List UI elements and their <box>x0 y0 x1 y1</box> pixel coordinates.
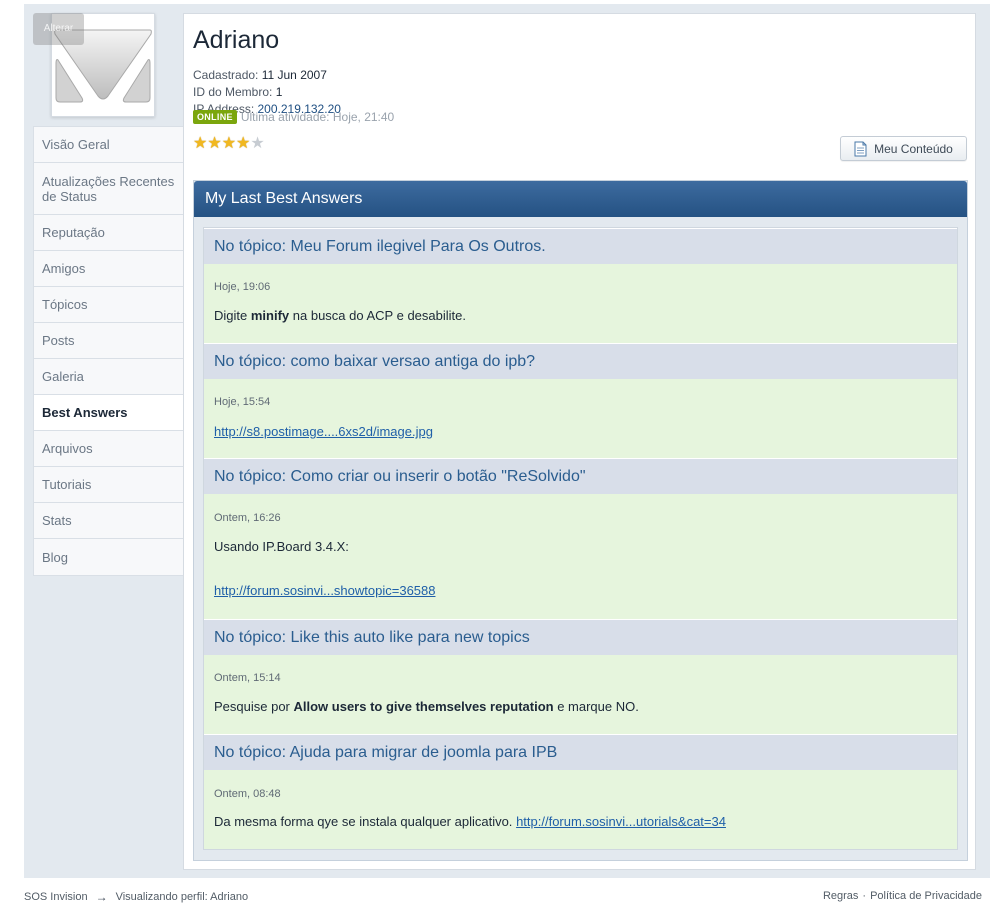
star-filled-icon[interactable]: ★ <box>193 136 207 152</box>
member-id-label: ID do Membro: <box>193 85 273 99</box>
answer-link-row: http://forum.sosinvi...showtopic=36588 <box>214 554 947 598</box>
footer-separator: · <box>862 890 867 902</box>
answer-date: Ontem, 15:14 <box>214 672 281 684</box>
tab-friends[interactable]: Amigos <box>34 251 184 287</box>
answer-topic-link[interactable]: No tópico: Ajuda para migrar de joomla p… <box>204 734 957 770</box>
member-id-value: 1 <box>275 85 283 99</box>
best-answers-block: My Last Best Answers No tópico: Meu Foru… <box>193 180 968 861</box>
answer-topic-link[interactable]: No tópico: Como criar ou inserir o botão… <box>204 458 957 494</box>
tab-best-answers[interactable]: Best Answers <box>34 395 185 431</box>
tab-reputation[interactable]: Reputação <box>34 215 184 251</box>
answer-text: Digite minify na busca do ACP e desabili… <box>214 308 466 323</box>
best-answers-title: My Last Best Answers <box>194 181 967 217</box>
profile-main: Adriano Cadastrado: 11 Jun 2007 ID do Me… <box>183 13 976 870</box>
answer-text: Usando IP.Board 3.4.X: <box>214 539 349 554</box>
breadcrumb-current: Visualizando perfil: Adriano <box>115 891 249 903</box>
tab-posts[interactable]: Posts <box>34 323 184 359</box>
registered-label: Cadastrado: <box>193 68 259 82</box>
tab-status-updates[interactable]: Atualizações Recentes de Status <box>34 163 184 215</box>
member-rating[interactable]: ★ ★ ★ ★ ★ <box>193 136 265 152</box>
online-status-row: ONLINE Última atividade: Hoje, 21:40 <box>193 110 394 124</box>
answer-date: Hoje, 19:06 <box>214 281 271 293</box>
online-badge: ONLINE <box>193 110 237 124</box>
breadcrumb-arrow-icon: → <box>95 890 108 904</box>
best-answers-list: No tópico: Meu Forum ilegivel Para Os Ou… <box>203 227 958 850</box>
list-item: No tópico: como baixar versao antiga do … <box>204 343 957 458</box>
answer-body: Hoje, 15:54 http://s8.postimage....6xs2d… <box>204 379 957 458</box>
member-id-row: ID do Membro: 1 <box>193 85 282 99</box>
answer-body: Ontem, 08:48 Da mesma forma qye se insta… <box>204 770 957 849</box>
star-filled-icon[interactable]: ★ <box>222 136 236 152</box>
answer-link[interactable]: http://forum.sosinvi...utorials&cat=34 <box>516 814 726 829</box>
tab-overview[interactable]: Visão Geral <box>34 127 184 163</box>
answer-topic-link[interactable]: No tópico: Meu Forum ilegivel Para Os Ou… <box>204 228 957 264</box>
list-item: No tópico: Meu Forum ilegivel Para Os Ou… <box>204 228 957 343</box>
change-photo-button[interactable]: Alterar <box>33 13 84 45</box>
answer-date: Ontem, 16:26 <box>214 512 281 524</box>
tab-blog[interactable]: Blog <box>34 539 184 575</box>
my-content-label: Meu Conteúdo <box>874 141 953 156</box>
list-item: No tópico: Ajuda para migrar de joomla p… <box>204 734 957 849</box>
breadcrumb: SOS Invision → Visualizando perfil: Adri… <box>24 890 248 904</box>
answer-text: Da mesma forma qye se instala qualquer a… <box>214 814 726 829</box>
list-item: No tópico: Como criar ou inserir o botão… <box>204 458 957 619</box>
tab-gallery[interactable]: Galeria <box>34 359 184 395</box>
profile-tabs: Visão Geral Atualizações Recentes de Sta… <box>33 126 185 576</box>
answer-text: http://s8.postimage....6xs2d/image.jpg <box>214 408 947 439</box>
answer-body: Ontem, 15:14 Pesquise por Allow users to… <box>204 655 957 734</box>
tab-files[interactable]: Arquivos <box>34 431 184 467</box>
star-filled-icon[interactable]: ★ <box>236 136 250 152</box>
footer-links: Regras · Política de Privacidade <box>823 890 982 904</box>
privacy-link[interactable]: Política de Privacidade <box>870 890 982 904</box>
star-filled-icon[interactable]: ★ <box>207 136 221 152</box>
answer-date: Ontem, 08:48 <box>214 788 281 800</box>
profile-username: Adriano <box>193 26 280 54</box>
avatar-area: Alterar <box>33 13 184 126</box>
rules-link[interactable]: Regras <box>823 890 858 904</box>
answer-body: Ontem, 16:26 Usando IP.Board 3.4.X: http… <box>204 494 957 619</box>
profile-sidebar: Alterar Visão Geral Atualizações Recente… <box>33 13 185 576</box>
document-icon <box>854 141 867 156</box>
last-activity: Última atividade: Hoje, 21:40 <box>240 110 395 124</box>
answer-body: Hoje, 19:06 Digite minify na busca do AC… <box>204 264 957 343</box>
registered-row: Cadastrado: 11 Jun 2007 <box>193 68 327 82</box>
breadcrumb-home-link[interactable]: SOS Invision <box>24 891 88 903</box>
answer-text: Pesquise por Allow users to give themsel… <box>214 699 639 714</box>
answer-topic-link[interactable]: No tópico: como baixar versao antiga do … <box>204 343 957 379</box>
registered-value: 11 Jun 2007 <box>261 68 327 82</box>
tab-topics[interactable]: Tópicos <box>34 287 184 323</box>
list-item: No tópico: Like this auto like para new … <box>204 619 957 734</box>
answer-link[interactable]: http://forum.sosinvi...showtopic=36588 <box>214 583 435 598</box>
answer-topic-link[interactable]: No tópico: Like this auto like para new … <box>204 619 957 655</box>
star-empty-icon[interactable]: ★ <box>250 136 264 152</box>
tab-tutorials[interactable]: Tutoriais <box>34 467 184 503</box>
my-content-button[interactable]: Meu Conteúdo <box>840 136 967 161</box>
footer: SOS Invision → Visualizando perfil: Adri… <box>24 890 982 904</box>
tab-stats[interactable]: Stats <box>34 503 184 539</box>
answer-link[interactable]: http://s8.postimage....6xs2d/image.jpg <box>214 424 433 439</box>
answer-date: Hoje, 15:54 <box>214 396 271 408</box>
profile-wrapper: Alterar Visão Geral Atualizações Recente… <box>24 4 990 878</box>
